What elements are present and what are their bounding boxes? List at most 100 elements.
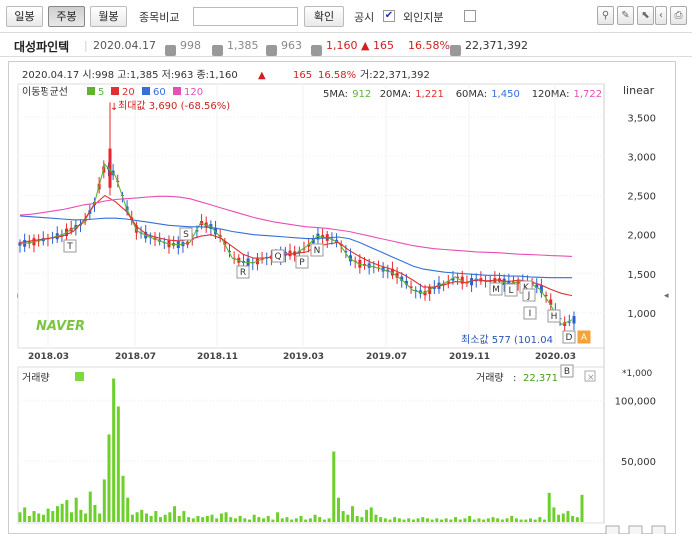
volume-plot-area	[17, 366, 605, 524]
volume-bar	[224, 512, 228, 522]
volume-bar	[407, 518, 411, 522]
volume-bar	[266, 515, 270, 522]
ma-legend-swatch-5[interactable]	[87, 87, 95, 95]
volume-bar	[336, 497, 340, 522]
volume-bar	[533, 519, 537, 522]
volume-bar	[547, 492, 551, 522]
volume-bar	[346, 514, 350, 522]
volume-bar	[79, 509, 83, 522]
volume-bar	[327, 518, 331, 522]
volume-bar	[32, 511, 36, 522]
volume-bar	[383, 518, 387, 522]
ma-value: 912	[352, 89, 371, 100]
x-tick-label: 2018.11	[197, 352, 238, 362]
volume-bar	[201, 517, 205, 522]
volume-bar	[107, 434, 111, 522]
zoom-in-icon[interactable]	[605, 525, 620, 534]
volume-bar	[449, 519, 453, 522]
x-tick-label: 2019.11	[449, 352, 490, 362]
volume-bar	[444, 518, 448, 522]
volume-bar	[18, 512, 22, 522]
volume-bar	[238, 515, 242, 522]
volume-bar	[351, 506, 355, 522]
volume-bar	[318, 517, 322, 522]
volume-bar	[369, 507, 373, 522]
volume-bar	[425, 518, 429, 522]
volume-bar	[477, 518, 481, 522]
candle-body	[572, 316, 576, 324]
volume-bar	[294, 518, 298, 522]
min-annotation: 최소값 577 (101.04	[461, 334, 553, 346]
reset-icon[interactable]	[651, 525, 666, 534]
volume-bar	[519, 519, 523, 522]
volume-bar	[51, 511, 55, 522]
event-marker-label: R	[240, 268, 246, 278]
volume-bar	[257, 517, 261, 522]
volume-bar	[482, 519, 486, 522]
volume-bar	[229, 517, 233, 522]
ma-legend-swatch-60[interactable]	[142, 87, 150, 95]
volume-bar	[524, 519, 528, 522]
volume-bar	[355, 515, 359, 522]
volume-bar	[187, 517, 191, 522]
volume-bar	[514, 518, 518, 522]
ma-legend-swatch-20[interactable]	[111, 87, 119, 95]
volume-bar	[210, 514, 214, 522]
volume-bar	[491, 517, 495, 522]
chart-summary-pct: 16.58%	[318, 70, 356, 81]
volume-bar	[379, 517, 383, 522]
ma-legend-label-20[interactable]: 20	[122, 87, 135, 98]
ma-value-label: 5MA:	[323, 89, 348, 100]
x-tick-label: 2018.03	[28, 352, 69, 362]
ma-legend-label-5[interactable]: 5	[98, 87, 104, 98]
x-tick-label: 2019.07	[366, 352, 407, 362]
volume-bar	[196, 515, 200, 522]
volume-bar	[496, 518, 500, 522]
volume-bar	[173, 506, 177, 522]
volume-bar	[84, 513, 88, 522]
volume-bar	[561, 513, 565, 522]
chart-summary-change: 165	[293, 70, 312, 81]
y-tick-label: 3,000	[627, 152, 656, 163]
volume-bar	[299, 515, 303, 522]
volume-bar	[88, 491, 92, 522]
ma-legend-label-120[interactable]: 120	[184, 87, 203, 98]
x-axis-ticks: 2018.03 2018.07 2018.11 2019.03 2019.07 2019.…	[28, 352, 576, 362]
volume-unit: *1,000	[622, 369, 653, 379]
event-marker-label: N	[314, 246, 321, 256]
volume-bar	[322, 519, 326, 522]
volume-bar	[435, 518, 439, 522]
event-marker-label: H	[551, 312, 558, 322]
event-marker-label: A	[581, 333, 588, 343]
volume-bar	[454, 517, 458, 522]
volume-bar	[510, 515, 514, 522]
volume-bar	[37, 513, 41, 522]
volume-bar	[163, 514, 167, 522]
volume-bar	[468, 515, 472, 522]
volume-bar	[74, 497, 78, 522]
ma-legend-label-60[interactable]: 60	[153, 87, 166, 98]
y-tick-label: 3,500	[627, 113, 656, 124]
scale-mode-label[interactable]: linear	[623, 84, 655, 97]
volume-bar	[304, 519, 308, 522]
volume-bar	[458, 519, 462, 522]
volume-bar	[182, 511, 186, 522]
volume-bar	[360, 517, 364, 522]
volume-bar	[149, 515, 153, 522]
volume-bar	[93, 504, 97, 522]
volume-bar	[60, 503, 64, 522]
volume-bar	[27, 515, 31, 522]
ma-values: 5MA: 912 20MA: 1,221 60MA: 1,450 120MA: 1,722	[323, 89, 602, 100]
volume-bar	[252, 514, 256, 522]
chart-summary: 2020.04.17 시:998 고:1,385 저:963 종:1,160	[22, 69, 238, 81]
event-marker-label: B	[564, 367, 570, 377]
volume-bar	[116, 406, 120, 522]
zoom-out-icon[interactable]	[628, 525, 643, 534]
volume-bar	[543, 519, 547, 522]
ma-value-label: 20MA:	[380, 89, 411, 100]
ma-legend-title: 이동평균선	[22, 86, 68, 98]
ma-value-label: 120MA:	[532, 89, 570, 100]
ma-legend-swatch-120[interactable]	[173, 87, 181, 95]
volume-bar	[55, 506, 59, 522]
ma-value: 1,221	[415, 89, 444, 100]
